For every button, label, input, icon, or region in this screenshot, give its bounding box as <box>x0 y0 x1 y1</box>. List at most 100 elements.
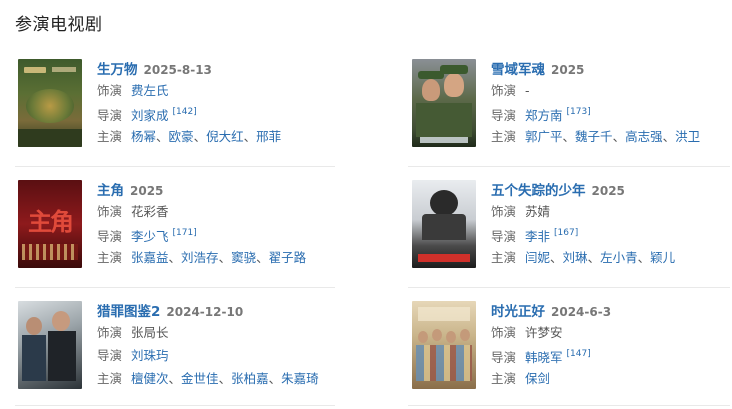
cast-link[interactable]: 张柏嘉 <box>231 371 269 386</box>
cast-link[interactable]: 张嘉益 <box>131 250 169 265</box>
separator: 、 <box>256 250 269 265</box>
work-title[interactable]: 雪域军魂 <box>491 62 545 78</box>
role-name: 张局长 <box>131 325 169 340</box>
director-link[interactable]: 刘家成 <box>131 108 169 123</box>
poster-image[interactable] <box>412 301 476 389</box>
row-divider <box>408 166 730 167</box>
separator: 、 <box>243 129 257 144</box>
work-card: 雪域军魂 2025 饰演 - 导演 郑方南 [173] 主演 郭广平、魏子千、高志强、洪卫 <box>412 59 732 147</box>
separator: 、 <box>218 371 232 386</box>
citation-ref[interactable]: [147] <box>567 349 591 359</box>
cast-label: 主演 <box>491 129 517 144</box>
role-label: 饰演 <box>97 204 123 219</box>
cast-link[interactable]: 朱嘉琦 <box>281 371 319 386</box>
citation-ref[interactable]: [173] <box>567 107 591 117</box>
cast-label: 主演 <box>491 371 517 386</box>
work-card: 猎罪图鉴2 2024-12-10 饰演 张局长 导演 刘珠玙 主演 檀健次、金世佳、张柏… <box>18 301 353 389</box>
director-label: 导演 <box>97 348 123 363</box>
cast-link[interactable]: 邢菲 <box>256 129 281 144</box>
poster-image[interactable] <box>18 301 82 389</box>
cast-link[interactable]: 倪大红 <box>206 129 244 144</box>
role-name: 花彩香 <box>131 204 169 219</box>
cast-link[interactable]: 金世佳 <box>181 371 219 386</box>
separator: 、 <box>193 129 207 144</box>
separator: 、 <box>168 250 182 265</box>
role-label: 饰演 <box>491 325 517 340</box>
role-name: - <box>525 83 530 98</box>
poster-image[interactable] <box>18 59 82 147</box>
cast-link[interactable]: 郭广平 <box>525 129 563 144</box>
cast-link[interactable]: 杨幂 <box>131 129 156 144</box>
cast-link[interactable]: 左小青 <box>600 250 638 265</box>
role-label: 饰演 <box>491 83 517 98</box>
section-title: 参演电视剧 <box>15 15 103 35</box>
cast-link[interactable]: 魏子千 <box>575 129 613 144</box>
work-date: 2025 <box>591 184 625 198</box>
cast-link[interactable]: 闫妮 <box>525 250 550 265</box>
role-name[interactable]: 费左氏 <box>131 83 169 98</box>
work-title[interactable]: 生万物 <box>97 62 138 78</box>
separator: 、 <box>612 129 626 144</box>
director-label: 导演 <box>97 229 123 245</box>
work-title[interactable]: 五个失踪的少年 <box>491 183 586 199</box>
work-title[interactable]: 主角 <box>97 183 124 199</box>
work-date: 2025-8-13 <box>143 63 212 77</box>
cast-label: 主演 <box>97 250 123 265</box>
poster-caption: 主角 <box>28 207 74 236</box>
citation-ref[interactable]: [167] <box>554 228 578 238</box>
poster-image[interactable]: 主角 <box>18 180 82 268</box>
role-label: 饰演 <box>97 83 123 98</box>
separator: 、 <box>662 129 676 144</box>
separator: 、 <box>562 129 576 144</box>
director-label: 导演 <box>491 350 517 366</box>
work-card: 主角 主角 2025 饰演 花彩香 导演 李少飞 [171] 主演 张嘉益、刘浩存、窦骁、… <box>18 180 353 268</box>
work-title[interactable]: 猎罪图鉴2 <box>97 304 160 320</box>
role-label: 饰演 <box>491 204 517 219</box>
poster-image[interactable] <box>412 59 476 147</box>
cast-link[interactable]: 窦骁 <box>231 250 256 265</box>
citation-ref[interactable]: [171] <box>173 228 197 238</box>
role-label: 饰演 <box>97 325 123 340</box>
cast-label: 主演 <box>97 129 123 144</box>
fade-overlay <box>545 360 665 400</box>
citation-ref[interactable]: [142] <box>173 107 197 117</box>
work-date: 2025 <box>551 63 585 77</box>
cast-link[interactable]: 欧豪 <box>169 129 194 144</box>
cast-link[interactable]: 洪卫 <box>675 129 700 144</box>
cast-label: 主演 <box>97 371 123 386</box>
director-link[interactable]: 郑方南 <box>525 108 563 123</box>
cast-link[interactable]: 翟子路 <box>269 250 307 265</box>
separator: 、 <box>268 371 282 386</box>
cast-link[interactable]: 刘浩存 <box>181 250 219 265</box>
role-name: 许梦安 <box>525 325 563 340</box>
director-label: 导演 <box>491 229 517 245</box>
director-link[interactable]: 李少飞 <box>131 229 169 244</box>
separator: 、 <box>156 129 169 144</box>
separator: 、 <box>550 250 563 265</box>
separator: 、 <box>218 250 232 265</box>
row-divider <box>15 166 335 167</box>
separator: 、 <box>637 250 651 265</box>
director-label: 导演 <box>97 108 123 124</box>
row-divider <box>408 287 730 288</box>
separator: 、 <box>587 250 601 265</box>
cast-link[interactable]: 颖儿 <box>650 250 675 265</box>
work-date: 2024-12-10 <box>166 305 244 319</box>
director-link[interactable]: 李非 <box>525 229 550 244</box>
work-card: 五个失踪的少年 2025 饰演 苏婧 导演 李非 [167] 主演 闫妮、刘琳、左小青、颖… <box>412 180 732 268</box>
row-divider <box>15 405 335 406</box>
cast-label: 主演 <box>491 250 517 265</box>
work-card: 生万物 2025-8-13 饰演 费左氏 导演 刘家成 [142] 主演 杨幂、欧豪、倪大… <box>18 59 353 147</box>
work-date: 2025 <box>130 184 164 198</box>
work-date: 2024-6-3 <box>551 305 612 319</box>
director-link[interactable]: 刘珠玙 <box>131 348 169 363</box>
cast-link[interactable]: 刘琳 <box>563 250 588 265</box>
row-divider <box>408 405 730 406</box>
cast-link[interactable]: 檀健次 <box>131 371 169 386</box>
work-title[interactable]: 时光正好 <box>491 304 545 320</box>
role-name: 苏婧 <box>525 204 551 219</box>
poster-image[interactable] <box>412 180 476 268</box>
cast-link[interactable]: 高志强 <box>625 129 663 144</box>
director-label: 导演 <box>491 108 517 124</box>
separator: 、 <box>168 371 182 386</box>
